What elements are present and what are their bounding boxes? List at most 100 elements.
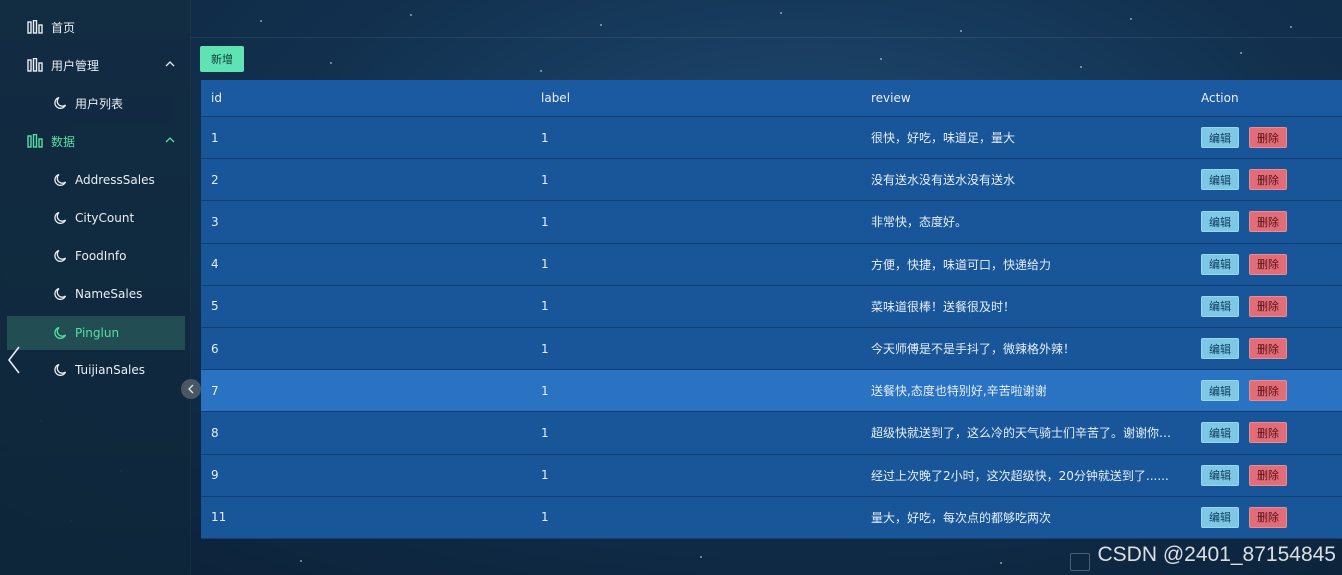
column-header-id: id <box>211 91 222 105</box>
top-bar <box>191 0 1342 38</box>
sidebar-item-foodinfo[interactable]: FoodInfo <box>7 239 185 273</box>
table-row: 6 1 今天师傅是不是手抖了，微辣格外辣！ 编辑 删除 <box>201 327 1342 371</box>
cell-label: 1 <box>541 257 549 272</box>
cell-id: 7 <box>211 383 219 398</box>
edit-button[interactable]: 编辑 <box>1201 127 1239 149</box>
sidebar: 首页 用户管理 用户列表 数据 AddressSales CityCount F… <box>0 0 191 575</box>
bar-chart-icon <box>27 134 43 148</box>
edit-button[interactable]: 编辑 <box>1201 464 1239 486</box>
sidebar-item-home[interactable]: 首页 <box>7 10 185 44</box>
delete-button[interactable]: 删除 <box>1249 422 1287 444</box>
sidebar-item-data[interactable]: 数据 <box>7 124 185 158</box>
cell-action: 编辑 删除 <box>1191 506 1342 528</box>
sidebar-item-user-management[interactable]: 用户管理 <box>7 48 185 82</box>
delete-button[interactable]: 删除 <box>1249 464 1287 486</box>
moon-icon <box>54 326 67 339</box>
delete-button[interactable]: 删除 <box>1249 506 1287 528</box>
cell-review: 非常快，态度好。 <box>871 215 968 230</box>
edit-button[interactable]: 编辑 <box>1201 211 1239 233</box>
delete-button[interactable]: 删除 <box>1249 338 1287 360</box>
cell-action: 编辑 删除 <box>1191 253 1342 275</box>
sidebar-item-namesales[interactable]: NameSales <box>7 277 185 311</box>
cell-review: 量大，好吃，每次点的都够吃两次 <box>871 510 1052 525</box>
sidebar-item-label: 数据 <box>51 134 76 149</box>
edit-button[interactable]: 编辑 <box>1201 253 1239 275</box>
chevron-left-icon[interactable] <box>6 345 22 375</box>
cell-review: 菜味道很棒！送餐很及时！ <box>871 299 1016 314</box>
sidebar-item-tuijiansales[interactable]: TuijianSales <box>7 353 185 387</box>
sidebar-item-label: TuijianSales <box>75 363 146 377</box>
cell-action: 编辑 删除 <box>1191 127 1342 149</box>
cell-id: 5 <box>211 299 219 314</box>
sidebar-item-addresssales[interactable]: AddressSales <box>7 163 185 197</box>
moon-icon <box>54 173 67 186</box>
delete-button[interactable]: 删除 <box>1249 169 1287 191</box>
moon-icon <box>54 211 67 224</box>
table-row-hovered: 7 1 送餐快,态度也特别好,辛苦啦谢谢 编辑 删除 <box>201 370 1342 413</box>
edit-button[interactable]: 编辑 <box>1201 295 1239 317</box>
pagination-control[interactable] <box>1070 553 1090 571</box>
cell-label: 1 <box>541 214 549 229</box>
cell-id: 4 <box>211 257 219 272</box>
moon-icon <box>54 249 67 262</box>
edit-button[interactable]: 编辑 <box>1201 380 1239 402</box>
chevron-up-icon <box>165 137 175 143</box>
review-table: id label review Action 1 1 很快，好吃，味道足，量大 … <box>201 80 1342 539</box>
cell-id: 8 <box>211 425 219 440</box>
chevron-left-icon <box>188 384 194 394</box>
sidebar-item-label: 用户管理 <box>51 58 100 73</box>
sidebar-item-citycount[interactable]: CityCount <box>7 201 185 235</box>
watermark: CSDN @2401_87154845 <box>1097 543 1337 566</box>
cell-label: 1 <box>541 341 549 356</box>
cell-id: 6 <box>211 341 219 356</box>
cell-label: 1 <box>541 130 549 145</box>
cell-label: 1 <box>541 510 549 525</box>
table-row: 1 1 很快，好吃，味道足，量大 编辑 删除 <box>201 117 1342 160</box>
edit-button[interactable]: 编辑 <box>1201 422 1239 444</box>
sidebar-item-label: 首页 <box>51 20 76 35</box>
delete-button[interactable]: 删除 <box>1249 380 1287 402</box>
cell-id: 11 <box>211 510 227 525</box>
edit-button[interactable]: 编辑 <box>1201 169 1239 191</box>
cell-label: 1 <box>541 299 549 314</box>
cell-label: 1 <box>541 425 549 440</box>
cell-label: 1 <box>541 383 549 398</box>
cell-review: 方便，快捷，味道可口，快递给力 <box>871 257 1052 272</box>
delete-button[interactable]: 删除 <box>1249 295 1287 317</box>
cell-id: 1 <box>211 130 219 145</box>
sidebar-item-label: AddressSales <box>75 173 155 187</box>
cell-review: 经过上次晚了2小时，这次超级快，20分钟就送到了...... <box>871 468 1169 483</box>
cell-label: 1 <box>541 468 549 483</box>
moon-icon <box>54 363 67 376</box>
sidebar-item-user-list[interactable]: 用户列表 <box>7 86 185 120</box>
chevron-up-icon <box>165 61 175 67</box>
table-row: 5 1 菜味道很棒！送餐很及时！ 编辑 删除 <box>201 285 1342 328</box>
sidebar-collapse-button[interactable] <box>181 379 201 399</box>
table-row: 2 1 没有送水没有送水没有送水 编辑 删除 <box>201 159 1342 202</box>
cell-id: 9 <box>211 468 219 483</box>
table-row: 8 1 超级快就送到了，这么冷的天气骑士们辛苦了。谢谢你们。麻... 编辑 删除 <box>201 412 1342 455</box>
cell-review: 超级快就送到了，这么冷的天气骑士们辛苦了。谢谢你们。麻... <box>871 426 1191 441</box>
cell-id: 3 <box>211 214 219 229</box>
table-row: 3 1 非常快，态度好。 编辑 删除 <box>201 201 1342 244</box>
table-row: 4 1 方便，快捷，味道可口，快递给力 编辑 删除 <box>201 243 1342 286</box>
cell-action: 编辑 删除 <box>1191 169 1342 191</box>
column-header-review: review <box>871 91 911 105</box>
cell-review: 很快，好吃，味道足，量大 <box>871 131 1016 146</box>
delete-button[interactable]: 删除 <box>1249 127 1287 149</box>
cell-id: 2 <box>211 172 219 187</box>
cell-review: 今天师傅是不是手抖了，微辣格外辣！ <box>871 342 1076 357</box>
cell-action: 编辑 删除 <box>1191 338 1342 360</box>
moon-icon <box>54 96 67 109</box>
edit-button[interactable]: 编辑 <box>1201 506 1239 528</box>
edit-button[interactable]: 编辑 <box>1201 338 1239 360</box>
sidebar-item-pinglun[interactable]: Pinglun <box>7 316 185 350</box>
cell-review: 送餐快,态度也特别好,辛苦啦谢谢 <box>871 384 1047 399</box>
add-button[interactable]: 新增 <box>200 46 244 72</box>
bar-chart-icon <box>27 20 43 34</box>
delete-button[interactable]: 删除 <box>1249 211 1287 233</box>
sidebar-item-label: CityCount <box>75 211 135 225</box>
cell-action: 编辑 删除 <box>1191 211 1342 233</box>
cell-action: 编辑 删除 <box>1191 464 1342 486</box>
delete-button[interactable]: 删除 <box>1249 253 1287 275</box>
